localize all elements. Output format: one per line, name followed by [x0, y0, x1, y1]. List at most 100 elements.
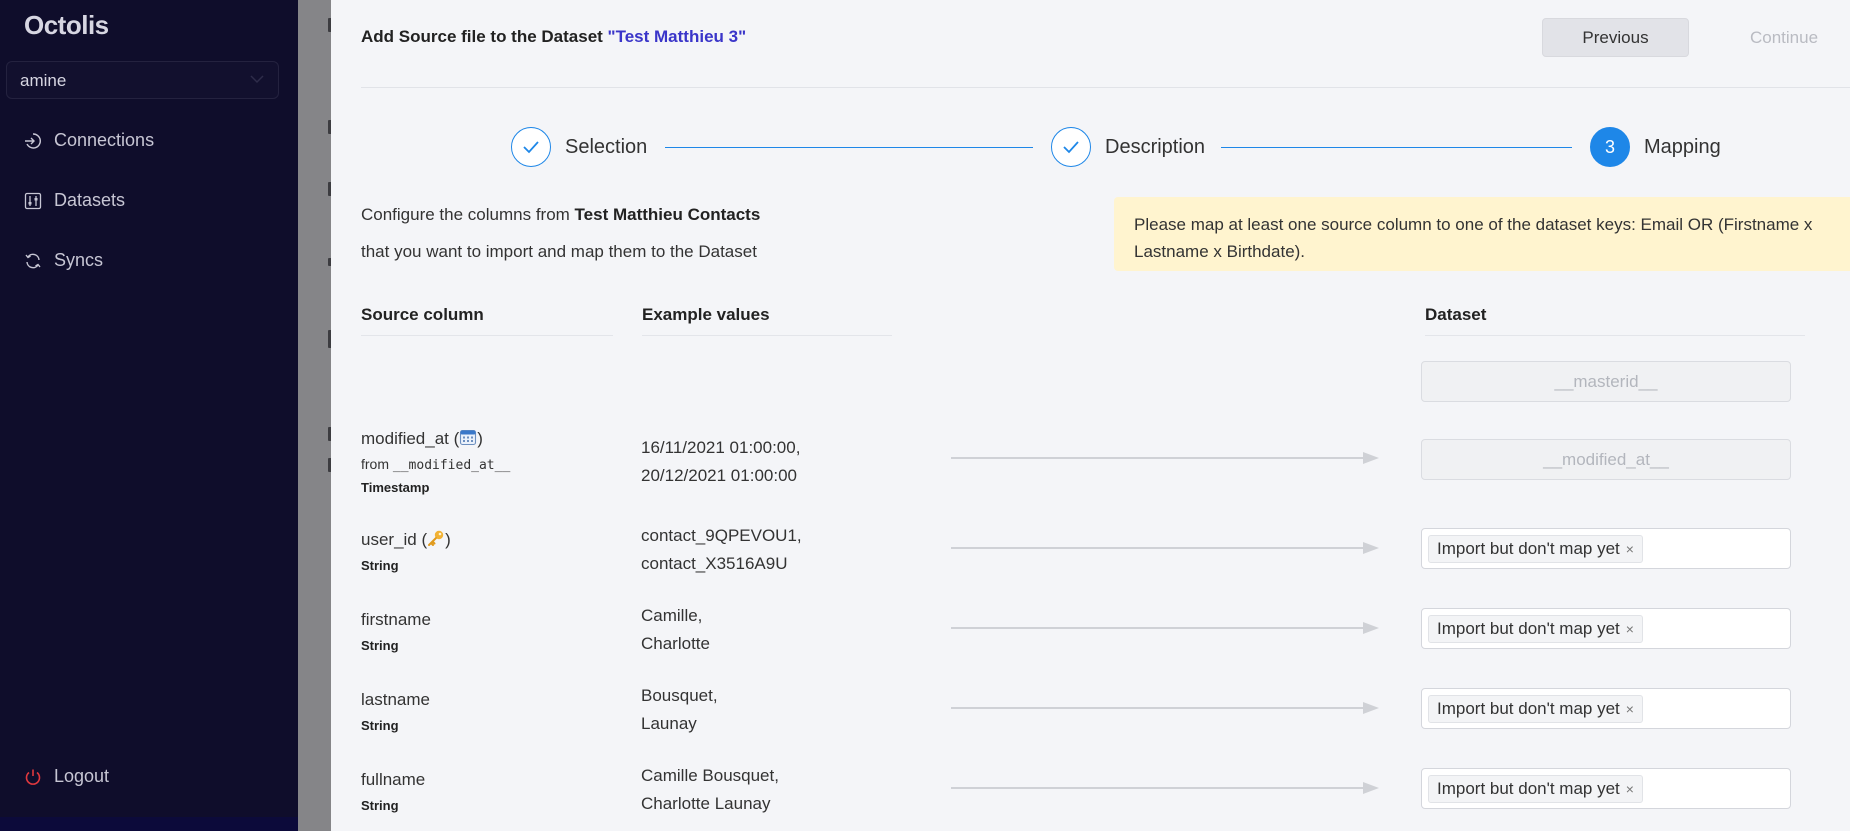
- column-type: String: [361, 558, 399, 573]
- user-id-target-select[interactable]: Import but don't map yet ×: [1421, 528, 1791, 569]
- octolis-logo[interactable]: Octolis: [24, 10, 109, 41]
- mapping-warning: Please map at least one source column to…: [1114, 197, 1850, 271]
- example-values: Bousquet, Launay: [641, 682, 718, 738]
- column-name-close: ): [445, 530, 451, 549]
- key-icon: [428, 530, 444, 546]
- example-value: Charlotte Launay: [641, 794, 771, 813]
- dataset-header: Dataset: [1425, 305, 1487, 324]
- source-column-name: firstname: [361, 610, 431, 629]
- check-icon: [1051, 127, 1091, 167]
- mapping-tag: Import but don't map yet ×: [1428, 695, 1643, 723]
- example-values: Camille Bousquet, Charlotte Launay: [641, 762, 779, 818]
- source-column-name: fullname: [361, 770, 426, 789]
- dataset-name: "Test Matthieu 3": [607, 27, 747, 46]
- step-selection[interactable]: Selection: [511, 127, 647, 167]
- column-type: String: [361, 798, 399, 813]
- previous-button[interactable]: Previous: [1542, 18, 1689, 57]
- firstname-target-select[interactable]: Import but don't map yet ×: [1421, 608, 1791, 649]
- example-value: contact_9QPEVOU1,: [641, 526, 802, 545]
- tag-label: Import but don't map yet: [1437, 779, 1620, 798]
- logout-label: Logout: [54, 766, 110, 786]
- mapping-arrow: [951, 542, 1379, 554]
- page-backdrop: [298, 0, 331, 831]
- example-values-header: Example values: [642, 305, 770, 324]
- masterid-field: __masterid__: [1421, 361, 1791, 402]
- column-type: String: [361, 638, 399, 653]
- sidebar-footer-bar: [0, 817, 298, 831]
- step-connector: [665, 147, 1033, 148]
- mapping-arrow: [951, 702, 1379, 714]
- calendar-icon: [460, 429, 477, 446]
- mapping-tag: Import but don't map yet ×: [1428, 535, 1643, 563]
- sidebar: Octolis amine Connections Datasets Syncs…: [0, 0, 298, 831]
- example-value: 20/12/2021 01:00:00: [641, 466, 797, 485]
- check-icon: [511, 127, 551, 167]
- column-type: String: [361, 718, 399, 733]
- example-values: Camille, Charlotte: [641, 602, 710, 658]
- step-mapping[interactable]: 3 Mapping: [1590, 127, 1721, 167]
- example-value: Camille Bousquet,: [641, 766, 779, 785]
- from-field: __modified_at__: [392, 458, 511, 473]
- column-name-text: modified_at (: [361, 429, 460, 448]
- sidebar-item-connections[interactable]: Connections: [24, 130, 154, 151]
- field-placeholder: __modified_at__: [1543, 450, 1669, 469]
- modal-title-prefix: Add Source file to the Dataset: [361, 27, 608, 46]
- example-value: Launay: [641, 714, 697, 733]
- login-icon: [25, 132, 41, 149]
- source-from: from __modified_at__: [361, 456, 510, 473]
- example-value: 16/11/2021 01:00:00,: [641, 438, 801, 457]
- fullname-target-select[interactable]: Import but don't map yet ×: [1421, 768, 1791, 809]
- tag-label: Import but don't map yet: [1437, 539, 1620, 558]
- source-column-header: Source column: [361, 305, 484, 324]
- source-column-name: lastname: [361, 690, 430, 709]
- example-value: Camille,: [641, 606, 703, 625]
- mapping-arrow: [951, 622, 1379, 634]
- from-prefix: from: [361, 456, 393, 472]
- example-value: Charlotte: [641, 634, 710, 653]
- header-divider: [361, 87, 1850, 88]
- header-underline: [1425, 335, 1805, 336]
- source-column-name: user_id (): [361, 529, 451, 550]
- source-name: Test Matthieu Contacts: [574, 205, 761, 224]
- example-value: Bousquet,: [641, 686, 718, 705]
- sidebar-item-label: Syncs: [54, 250, 104, 270]
- mapping-tag: Import but don't map yet ×: [1428, 615, 1643, 643]
- column-name-close: ): [477, 429, 483, 448]
- mapping-arrow: [951, 782, 1379, 794]
- remove-tag-icon[interactable]: ×: [1626, 621, 1634, 637]
- tag-label: Import but don't map yet: [1437, 619, 1620, 638]
- remove-tag-icon[interactable]: ×: [1626, 701, 1634, 717]
- step-number: 3: [1590, 127, 1630, 167]
- remove-tag-icon[interactable]: ×: [1626, 781, 1634, 797]
- sidebar-item-label: Datasets: [54, 190, 126, 210]
- power-icon: [25, 769, 41, 785]
- modified-at-target-field: __modified_at__: [1421, 439, 1791, 480]
- source-column-name: modified_at (): [361, 428, 483, 449]
- lastname-target-select[interactable]: Import but don't map yet ×: [1421, 688, 1791, 729]
- example-values: contact_9QPEVOU1, contact_X3516A9U: [641, 522, 802, 578]
- intro-text: Configure the columns from Test Matthieu…: [361, 205, 760, 225]
- step-description[interactable]: Description: [1051, 127, 1205, 167]
- workspace-name: amine: [20, 71, 67, 90]
- step-connector: [1221, 147, 1572, 148]
- field-placeholder: __masterid__: [1554, 372, 1658, 391]
- step-label: Description: [1105, 135, 1206, 158]
- sidebar-item-datasets[interactable]: Datasets: [24, 190, 125, 211]
- mapping-tag: Import but don't map yet ×: [1428, 775, 1643, 803]
- remove-tag-icon[interactable]: ×: [1626, 541, 1634, 557]
- header-underline: [361, 335, 613, 336]
- sync-icon: [25, 253, 41, 268]
- modal-title: Add Source file to the Dataset "Test Mat…: [361, 27, 746, 47]
- column-type: Timestamp: [361, 480, 430, 495]
- sidebar-item-syncs[interactable]: Syncs: [24, 250, 103, 271]
- sidebar-item-label: Connections: [54, 130, 155, 150]
- mapping-arrow: [951, 452, 1379, 464]
- workspace-select[interactable]: amine: [6, 61, 279, 99]
- chevron-down-icon: [250, 75, 264, 84]
- continue-button[interactable]: Continue: [1724, 18, 1844, 57]
- add-source-modal: Add Source file to the Dataset "Test Mat…: [331, 0, 1850, 831]
- logout-button[interactable]: Logout: [24, 766, 109, 787]
- column-name-text: user_id (: [361, 530, 428, 549]
- step-label: Selection: [565, 135, 648, 158]
- step-label: Mapping: [1644, 135, 1721, 158]
